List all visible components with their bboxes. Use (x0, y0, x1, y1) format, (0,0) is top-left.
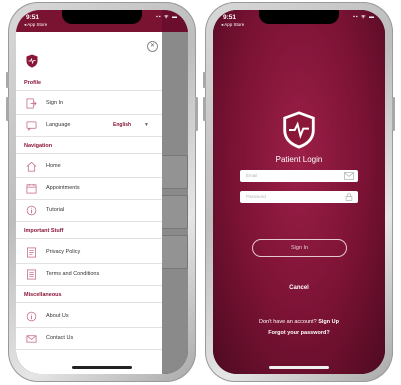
lock-icon (345, 193, 353, 201)
envelope-icon (344, 172, 354, 180)
menu-item-appointments[interactable]: Appointments (16, 180, 162, 198)
divider (16, 153, 162, 154)
login-title: Patient Login (275, 155, 323, 164)
shield-logo-icon (26, 54, 38, 68)
email-placeholder: Email (246, 173, 258, 178)
home-indicator[interactable] (72, 366, 132, 369)
menu-item-tutorial[interactable]: Tutorial (16, 202, 162, 220)
power-button (195, 97, 198, 131)
screen-menu: ✕ Profile Sign In Language English ▼ Nav… (16, 10, 188, 374)
no-account-row: Don't have an account? Sign Up (213, 319, 385, 325)
divider (16, 90, 162, 91)
cancel-button[interactable]: Cancel (213, 285, 385, 291)
volume-button (203, 72, 206, 88)
close-icon[interactable]: ✕ (147, 41, 158, 52)
volume-button (6, 72, 9, 88)
menu-item-sign-in[interactable]: Sign In (16, 95, 162, 113)
divider (16, 199, 162, 200)
terms-icon (27, 269, 36, 280)
status-time: 9:51 (223, 14, 237, 21)
divider (16, 238, 162, 239)
signal-battery-icon: ▪▪ ᯤ ▬ (156, 14, 178, 20)
power-button (392, 97, 395, 131)
menu-item-label: Tutorial (46, 207, 65, 213)
menu-item-terms[interactable]: Terms and Conditions (16, 266, 162, 284)
status-time: 9:51 (26, 14, 40, 21)
forgot-password-link[interactable]: Forgot your password? (213, 330, 385, 336)
sign-in-icon (26, 98, 37, 109)
volume-button (6, 97, 9, 121)
notch (259, 10, 339, 24)
section-title-navigation: Navigation (24, 143, 53, 149)
menu-item-label: About Us (46, 313, 69, 319)
divider (16, 136, 162, 137)
phone-frame-right: 9:51 ◂ App Store ▪▪ ᯤ ▬ Patient Login Em… (203, 2, 395, 382)
phone-frame-left: ✕ Profile Sign In Language English ▼ Nav… (6, 2, 198, 382)
menu-item-home[interactable]: Home (16, 158, 162, 176)
divider (16, 327, 162, 328)
tutorial-icon (26, 205, 37, 216)
signal-battery-icon: ▪▪ ᯤ ▬ (353, 14, 375, 20)
menu-item-label: Privacy Policy (46, 249, 81, 255)
back-to-app-store[interactable]: ◂ App Store (221, 22, 244, 28)
password-placeholder: Password (246, 194, 266, 199)
divider (16, 285, 162, 286)
menu-item-language[interactable]: Language English ▼ (16, 117, 162, 135)
section-title-misc: Miscellaneous (24, 292, 62, 298)
chevron-down-icon[interactable]: ▼ (144, 122, 149, 128)
menu-item-about-us[interactable]: About Us (16, 308, 162, 326)
appointments-icon (26, 183, 37, 194)
sign-up-link[interactable]: Sign Up (318, 319, 339, 325)
language-icon (26, 121, 37, 131)
screen-login: 9:51 ◂ App Store ▪▪ ᯤ ▬ Patient Login Em… (213, 10, 385, 374)
notch (62, 10, 142, 24)
menu-item-label: Language (46, 122, 71, 128)
section-title-profile: Profile (24, 80, 42, 86)
language-value[interactable]: English (113, 122, 131, 128)
side-drawer: ✕ Profile Sign In Language English ▼ Nav… (16, 10, 162, 374)
section-title-important: Important Stuff (24, 228, 64, 234)
privacy-icon (27, 247, 36, 258)
sign-in-button[interactable]: Sign In (252, 239, 347, 257)
back-to-app-store[interactable]: ◂ App Store (24, 22, 47, 28)
divider (16, 302, 162, 303)
shield-logo-icon (283, 111, 315, 149)
volume-button (203, 97, 206, 121)
home-indicator[interactable] (269, 366, 329, 369)
home-icon (26, 161, 37, 172)
menu-item-label: Home (46, 163, 61, 169)
about-icon (26, 311, 37, 322)
divider (16, 114, 162, 115)
menu-item-contact-us[interactable]: Contact Us (16, 330, 162, 348)
menu-item-label: Contact Us (46, 335, 74, 341)
contact-icon (26, 335, 37, 343)
divider (16, 263, 162, 264)
menu-item-label: Terms and Conditions (46, 271, 100, 277)
divider (16, 349, 162, 350)
no-account-text: Don't have an account? (259, 319, 317, 325)
divider (16, 177, 162, 178)
menu-item-label: Appointments (46, 185, 80, 191)
password-field[interactable]: Password (240, 191, 358, 203)
divider (16, 221, 162, 222)
menu-item-label: Sign In (46, 100, 64, 106)
email-field[interactable]: Email (240, 170, 358, 182)
menu-item-privacy-policy[interactable]: Privacy Policy (16, 244, 162, 262)
